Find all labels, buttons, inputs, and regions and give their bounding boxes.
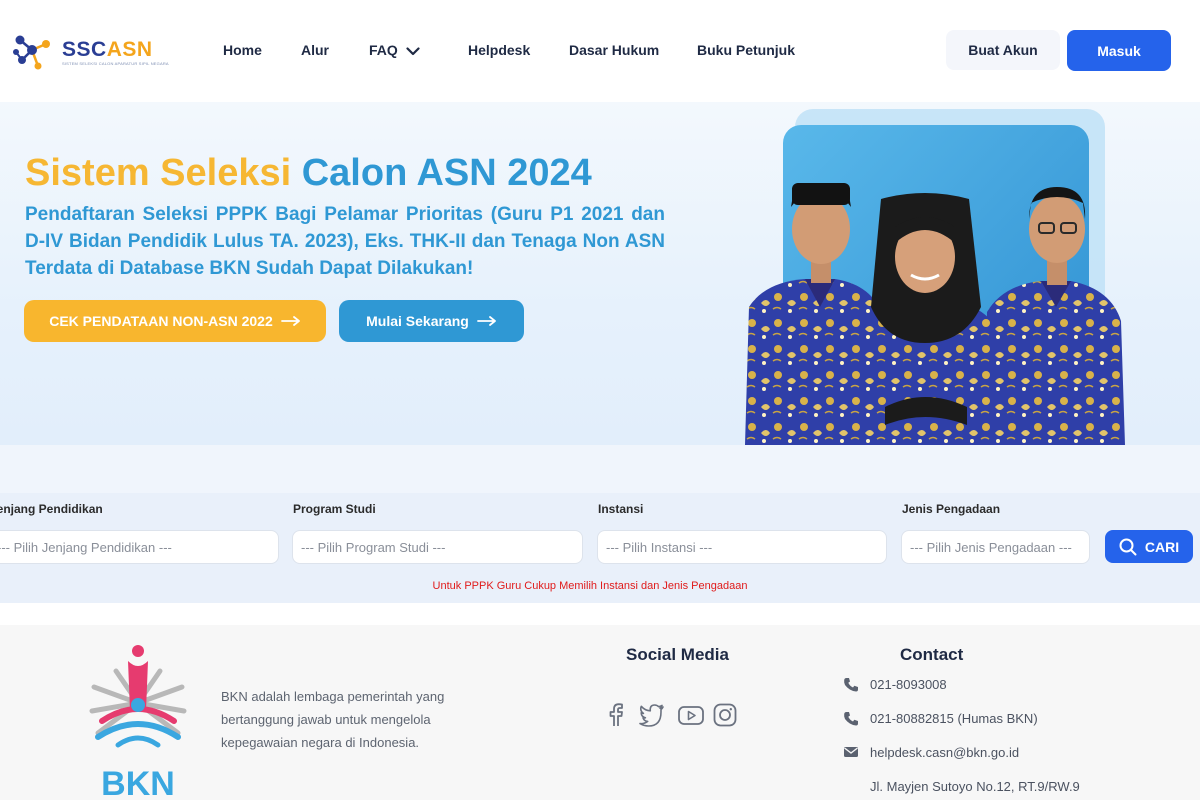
register-button[interactable]: Buat Akun	[946, 30, 1060, 70]
filter-note: Untuk PPPK Guru Cukup Memilih Instansi d…	[432, 580, 748, 592]
twitter-icon[interactable]	[639, 703, 665, 732]
jenjang-select[interactable]: --- Pilih Jenjang Pendidikan ---	[0, 530, 279, 564]
nav-faq-label: FAQ	[369, 42, 398, 58]
nav-dasar-hukum[interactable]: Dasar Hukum	[569, 42, 659, 58]
filter-section: Jenjang Pendidikan --- Pilih Jenjang Pen…	[0, 445, 1200, 603]
sscasn-mark-icon	[13, 35, 50, 70]
jenjang-label: Jenjang Pendidikan	[0, 502, 103, 516]
nav-faq[interactable]: FAQ	[369, 42, 420, 58]
hero-title: Sistem Seleksi Calon ASN 2024	[25, 152, 592, 194]
prodi-label: Program Studi	[293, 502, 376, 516]
facebook-icon[interactable]	[605, 703, 627, 732]
phone-icon	[844, 712, 858, 726]
instansi-label: Instansi	[598, 502, 644, 516]
nav-alur[interactable]: Alur	[301, 42, 329, 58]
nav-home[interactable]: Home	[223, 42, 262, 58]
prodi-select[interactable]: --- Pilih Program Studi ---	[292, 530, 583, 564]
search-button-label: CARI	[1144, 538, 1180, 555]
phone-icon	[844, 678, 858, 692]
arrow-right-icon	[476, 316, 496, 326]
instansi-select[interactable]: --- Pilih Instansi ---	[597, 530, 887, 564]
pengadaan-select[interactable]: --- Pilih Jenis Pengadaan ---	[901, 530, 1090, 564]
mulai-sekarang-button[interactable]: Mulai Sekarang	[339, 300, 524, 342]
youtube-icon[interactable]	[677, 703, 705, 732]
nav-helpdesk[interactable]: Helpdesk	[468, 42, 530, 58]
instagram-icon[interactable]	[713, 703, 737, 732]
mail-icon	[844, 747, 858, 757]
social-heading: Social Media	[626, 645, 729, 664]
bkn-logo: BKN	[89, 645, 187, 800]
search-icon	[1119, 538, 1137, 555]
bkn-description: BKN adalah lembaga pemerintah yang berta…	[221, 689, 445, 750]
hero-subtitle: Pendaftaran Seleksi PPPK Bagi Pelamar Pr…	[25, 204, 665, 279]
sscasn-logo[interactable]: SSCASN SISTEM SELEKSI CALON APARATUR SIP…	[10, 26, 169, 76]
mulai-sekarang-label: Mulai Sekarang	[366, 313, 469, 329]
phone-1-text: 021-8093008	[870, 677, 947, 692]
hero-section: Sistem Seleksi Calon ASN 2024 Pendaftara…	[0, 102, 1200, 445]
hero-illustration	[745, 109, 1125, 445]
logo-tagline: SISTEM SELEKSI CALON APARATUR SIPIL NEGA…	[62, 61, 169, 66]
pengadaan-label: Jenis Pengadaan	[902, 502, 1001, 516]
search-button[interactable]: CARI	[1105, 530, 1193, 563]
phone-2-text: 021-80882815 (Humas BKN)	[870, 711, 1038, 726]
email-text[interactable]: helpdesk.casn@bkn.go.id	[870, 745, 1019, 760]
chevron-down-icon	[406, 47, 420, 55]
logo-wordmark: SSCASN	[62, 38, 153, 61]
contact-heading: Contact	[900, 645, 964, 664]
site-footer: BKN BKN adalah lembaga pemerintah yang b…	[0, 625, 1200, 800]
arrow-right-icon	[280, 316, 300, 326]
site-header: SSCASN SISTEM SELEKSI CALON APARATUR SIP…	[0, 0, 1200, 102]
login-button[interactable]: Masuk	[1067, 30, 1171, 71]
cek-pendataan-label: CEK PENDATAAN NON-ASN 2022	[49, 313, 273, 329]
bkn-logo-text: BKN	[101, 765, 175, 800]
cek-pendataan-button[interactable]: CEK PENDATAAN NON-ASN 2022	[24, 300, 326, 342]
nav-buku-petunjuk[interactable]: Buku Petunjuk	[697, 42, 795, 58]
address-text: Jl. Mayjen Sutoyo No.12, RT.9/RW.9	[870, 779, 1080, 794]
